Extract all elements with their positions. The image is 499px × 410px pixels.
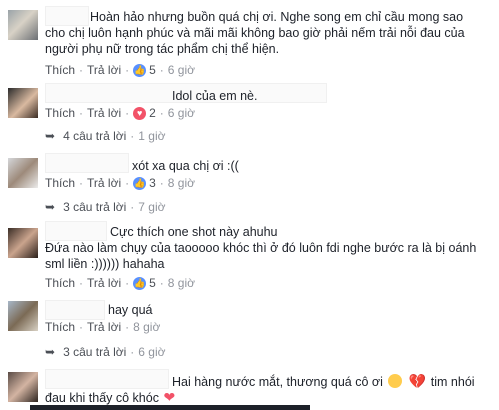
replies-count[interactable]: 4 câu trả lời [63,129,126,143]
comment-actions: Thích · Trả lời · ♥ 2 · 6 giờ [45,106,196,120]
like-link[interactable]: Thích [45,63,75,77]
comment-text-part: Hai hàng nước mắt, thương quá cô ơi [172,375,383,389]
timestamp[interactable]: 8 giờ [133,320,160,334]
commenter-name[interactable] [45,369,169,389]
avatar[interactable] [8,301,38,331]
like-link[interactable]: Thích [45,106,75,120]
avatar[interactable] [8,158,38,188]
like-link[interactable]: Thích [45,320,75,334]
reply-link[interactable]: Trả lời [87,320,121,334]
like-link[interactable]: Thích [45,276,75,290]
heart-icon: ❤ [163,389,176,405]
like-reaction-icon[interactable]: 👍 [133,176,147,190]
comment-text: sml liền :)))))) hahaha [45,257,165,271]
comment-text: hay quá [108,303,153,317]
avatar[interactable] [8,228,38,258]
comment-actions: Thích · Trả lời · 👍 5 · 8 giờ [45,276,196,290]
comment-text: Hai hàng nước mắt, thương quá cô ơi 💔 ti… [172,373,475,390]
reply-link[interactable]: Trả lời [87,176,121,190]
comment-actions: Thích · Trả lời · 👍 5 · 6 giờ [45,63,196,77]
replies-count[interactable]: 3 câu trả lời [63,345,126,359]
timestamp[interactable]: 8 giờ [168,176,195,190]
view-replies-link[interactable]: ➥ 4 câu trả lời · 1 giờ [45,129,166,143]
reply-link[interactable]: Trả lời [87,106,121,120]
replies-time: 7 giờ [138,200,166,214]
like-reaction-icon[interactable]: 👍 [133,63,147,77]
crying-emoji-icon [388,374,403,388]
broken-heart-icon: 💔 [408,373,427,389]
replies-time: 1 giờ [138,129,166,143]
like-link[interactable]: Thích [45,176,75,190]
timestamp[interactable]: 8 giờ [168,276,195,290]
comment-text-part: đau khi thấy cô khóc [45,391,159,405]
love-reaction-icon[interactable]: ♥ [133,106,147,120]
commenter-name[interactable] [45,300,105,320]
commenter-name[interactable] [45,221,107,241]
reaction-count[interactable]: 2 [149,106,156,120]
comment-text: Đứa nào làm chụy của taooooo khóc thì ở … [45,241,477,255]
replies-count[interactable]: 3 câu trả lời [63,200,126,214]
like-reaction-icon[interactable]: 👍 [133,276,147,290]
reply-arrow-icon: ➥ [45,345,56,359]
comment-text: Idol của em nè. [172,89,258,103]
commenter-name[interactable] [45,153,129,173]
comment-actions: Thích · Trả lời · 👍 3 · 8 giờ [45,176,196,190]
reply-arrow-icon: ➥ [45,129,56,143]
commenter-name[interactable] [45,6,89,26]
comment-actions: Thích · Trả lời · 8 giờ [45,320,161,334]
avatar[interactable] [8,88,38,118]
reply-arrow-icon: ➥ [45,200,56,214]
replies-time: 6 giờ [138,345,166,359]
comment-text: Hoàn hảo nhưng buồn quá chị ơi. Nghe son… [90,10,464,24]
view-replies-link[interactable]: ➥ 3 câu trả lời · 6 giờ [45,345,166,359]
comment-text: đau khi thấy cô khóc ❤ [45,389,176,406]
reaction-count[interactable]: 5 [149,276,156,290]
avatar[interactable] [8,10,38,40]
comment-text: cho chị luôn hạnh phúc và mãi mãi không … [45,26,465,40]
reply-link[interactable]: Trả lời [87,63,121,77]
reaction-count[interactable]: 5 [149,63,156,77]
reply-link[interactable]: Trả lời [87,276,121,290]
reaction-count[interactable]: 3 [149,176,156,190]
comment-text-part: tim nhói [430,375,475,389]
timestamp[interactable]: 6 giờ [168,106,195,120]
comment-text: người phụ nữ trong tác phẩm chị thể hiện… [45,42,280,56]
view-replies-link[interactable]: ➥ 3 câu trả lời · 7 giờ [45,200,166,214]
comment-text: xót xa qua chị ơi :(( [132,159,239,173]
scroll-indicator [30,405,310,410]
comment-text: Cực thích one shot này ahuhu [110,225,278,239]
timestamp[interactable]: 6 giờ [168,63,195,77]
avatar[interactable] [8,372,38,402]
